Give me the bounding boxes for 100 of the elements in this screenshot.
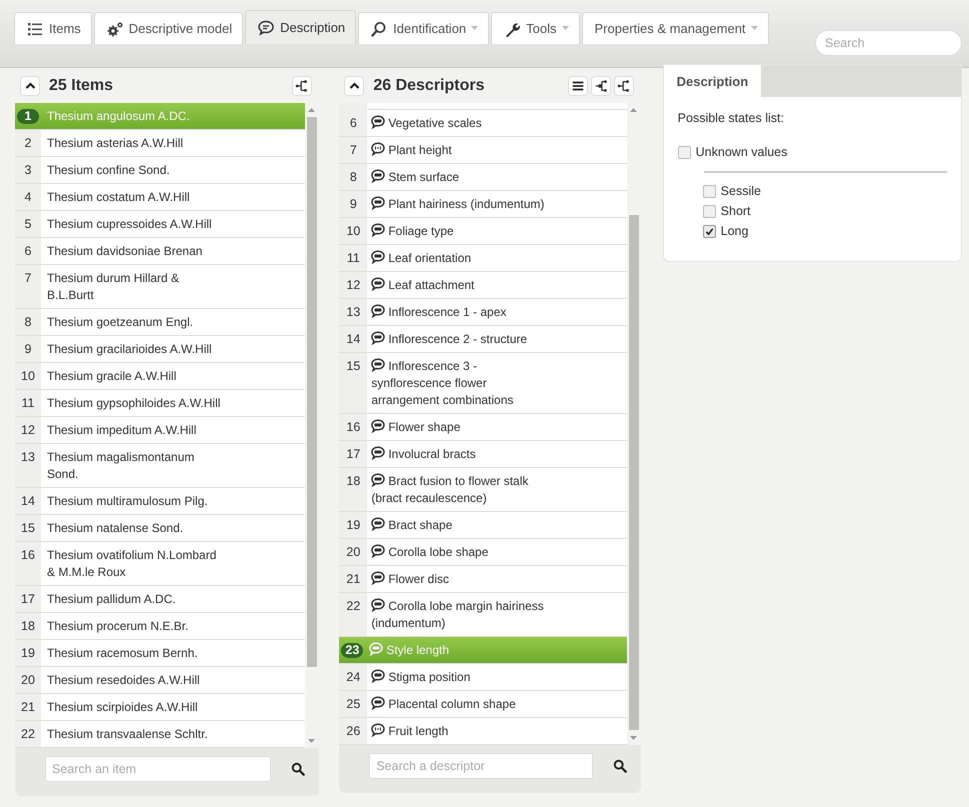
tab[interactable]: Description [245,10,356,44]
list-row[interactable]: 24 Stigma position [339,664,627,691]
list-row[interactable]: 26 Fruit length [339,718,627,745]
search-icon [371,20,388,36]
row-label: Thesium davidsoniae Brenan [47,243,202,260]
list-row[interactable]: 7 Plant height [339,137,627,164]
list-row[interactable]: 15 Inflorescence 3 - synflorescence flower arrangement combinations [339,353,627,414]
list-row[interactable]: 20 Thesium resedoides A.W.Hill [15,667,306,694]
menu-button[interactable] [568,76,587,94]
list-row[interactable]: 11 Leaf orientation [339,245,627,272]
list-row[interactable]: 21 Flower disc [339,566,627,593]
checkbox[interactable] [702,204,716,218]
tab[interactable]: Descriptive model [94,12,244,44]
list-row[interactable]: 17 Thesium pallidum A.DC. [15,586,306,613]
tab[interactable]: Properties & management [582,12,769,44]
list-row[interactable]: 9 Thesium gracilarioides A.W.Hill [15,336,306,363]
list-row[interactable]: 22 Corolla lobe margin hairiness (indumentum) [339,593,627,637]
list-row[interactable]: 5 Thesium cupressoides A.W.Hill [15,211,306,238]
tree-icon [295,78,310,92]
row-label: Thesium gracilarioides A.W.Hill [47,341,212,358]
scroll-down-icon[interactable] [308,739,316,743]
row-label: Thesium gracile A.W.Hill [47,368,176,385]
list-row[interactable]: 12 Thesium impeditum A.W.Hill [15,417,306,444]
row-label: Bract fusion to flower stalk (bract recaulescence) [371,473,530,507]
row-number: 16 [345,419,362,436]
row-number: 23 [341,643,364,658]
list-row[interactable]: 12 Leaf attachment [339,272,627,299]
tab[interactable]: Items [14,12,92,44]
speech-bubble-icon [371,419,386,433]
row-label: Flower disc [371,571,450,588]
list-row[interactable]: 21 Thesium scirpioides A.W.Hill [15,694,306,721]
scrollbar[interactable] [305,103,320,748]
row-label: Thesium confine Sond. [47,162,170,179]
list-row[interactable]: 22 Thesium transvaalense Schltr. [15,721,306,748]
speech-bubble-icon [371,277,386,291]
search-field[interactable]: Search a descriptor [369,753,593,779]
list-row[interactable]: 7 Thesium durum Hillard & B.L.Burtt [15,265,306,309]
list-row[interactable]: 18 Bract fusion to flower stalk (bract recaulescence) [339,468,627,512]
tree-button[interactable] [614,76,633,94]
list-row[interactable]: 8 Thesium goetzeanum Engl. [15,309,306,336]
tab[interactable]: Identification [358,12,490,44]
list-row[interactable]: 25 Placental column shape [339,691,627,718]
row-label: Thesium natalense Sond. [47,520,184,537]
row-number: 11 [346,250,361,267]
list-row[interactable]: 16 Flower shape [339,414,627,441]
checkbox[interactable] [702,184,716,198]
list-row[interactable]: 19 Thesium racemosum Bernh. [15,640,306,667]
collapse-button[interactable] [21,76,39,94]
search-icon[interactable] [291,762,306,776]
row-number: 8 [348,169,358,186]
collapse-button[interactable] [345,76,364,94]
scroll-up-icon[interactable] [630,108,637,112]
row-number: 21 [20,699,36,716]
list-row[interactable]: 13 Inflorescence 1 - apex [339,299,627,326]
search-field[interactable]: Search [815,30,962,56]
search-field[interactable]: Search an item [45,756,272,782]
row-label: Thesium ovatifolium N.Lombard & M.M.le Roux [47,547,218,581]
row-label: Thesium goetzeanum Engl. [47,314,194,331]
list-row[interactable]: 1 Thesium angulosum A.DC. [15,103,306,130]
list-row[interactable]: 8 Stem surface [339,164,627,191]
row-label: Corolla lobe shape [371,544,488,561]
list-row[interactable]: 23 Style length [339,637,627,664]
list-row[interactable]: 6 Vegetative scales [339,110,627,137]
list-row[interactable]: 13 Thesium magalismontanum Sond. [15,444,306,488]
scrollbar[interactable] [626,103,641,745]
row-number: 2 [24,135,32,152]
list-row[interactable] [367,103,627,110]
speech-bubble-icon [371,571,386,585]
tree-button[interactable] [592,76,610,94]
scroll-down-icon[interactable] [630,736,637,740]
list-row[interactable]: 20 Corolla lobe shape [339,539,627,566]
list-row[interactable]: 6 Thesium davidsoniae Brenan [15,238,306,265]
list-row[interactable]: 14 Thesium multiramulosum Pilg. [15,488,306,515]
row-number: 9 [348,196,358,213]
search-icon[interactable] [612,759,627,773]
row-label: Thesium multiramulosum Pilg. [47,493,208,510]
list-row[interactable]: 2 Thesium asterias A.W.Hill [15,130,306,157]
list-row[interactable]: 3 Thesium confine Sond. [15,157,306,184]
row-label: Stigma position [371,669,470,686]
speech-bubble-icon [371,331,386,345]
list-row[interactable]: 14 Inflorescence 2 - structure [339,326,627,353]
list-row[interactable]: 15 Thesium natalense Sond. [15,515,306,542]
list-row[interactable]: 11 Thesium gypsophiloides A.W.Hill [15,390,306,417]
list-row[interactable]: 10 Foliage type [339,218,627,245]
panel-title: 25 Items [49,76,114,94]
row-label: Plant hairiness (indumentum) [371,196,544,213]
tree-button[interactable] [293,76,312,94]
list-row[interactable]: 18 Thesium procerum N.E.Br. [15,613,306,640]
list-row[interactable]: 17 Involucral bracts [339,441,627,468]
row-number: 22 [345,598,362,615]
list-row[interactable]: 19 Bract shape [339,512,627,539]
list-row[interactable]: 16 Thesium ovatifolium N.Lombard & M.M.le Roux [15,542,306,586]
speech-bubble-icon [371,115,386,129]
tab[interactable]: Tools [491,12,580,44]
scroll-up-icon[interactable] [308,108,316,112]
list-row[interactable]: 9 Plant hairiness (indumentum) [339,191,627,218]
list-row[interactable]: 10 Thesium gracile A.W.Hill [15,363,306,390]
checkbox[interactable] [702,224,716,238]
list-row[interactable]: 4 Thesium costatum A.W.Hill [15,184,306,211]
checkbox[interactable] [678,146,691,158]
